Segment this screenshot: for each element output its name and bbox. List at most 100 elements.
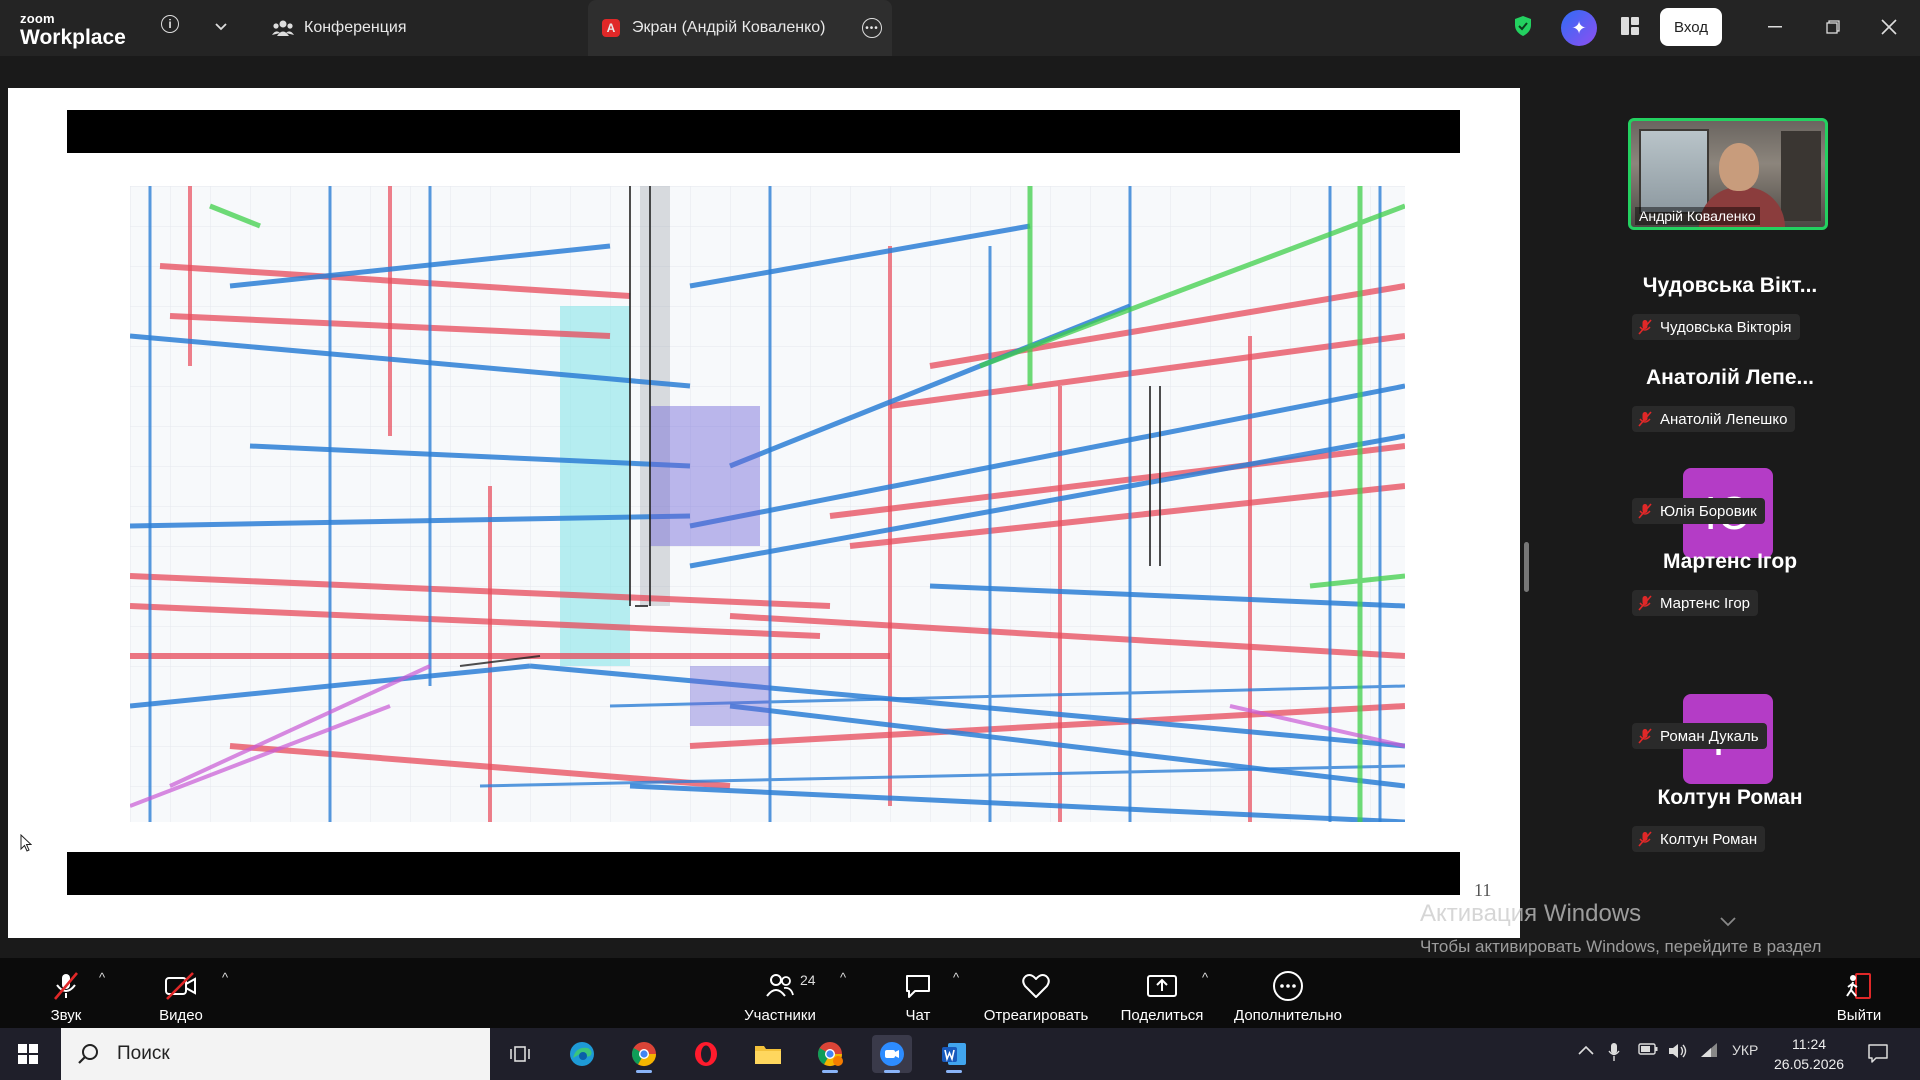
participant-tile-name[interactable]: Мартенс Ігор <box>1540 550 1920 574</box>
audio-button[interactable]: Звук <box>44 964 88 1024</box>
running-indicator <box>946 1070 962 1073</box>
close-icon[interactable] <box>1874 12 1904 42</box>
search-icon <box>77 1042 101 1066</box>
info-icon[interactable]: i <box>161 15 179 33</box>
audio-options-caret-icon[interactable]: ^ <box>99 970 105 985</box>
react-label: Отреагировать <box>983 1007 1089 1024</box>
chrome-profile-icon[interactable] <box>810 1035 850 1073</box>
clock-time: 11:24 <box>1792 1036 1827 1052</box>
camera-background-shelf <box>1781 131 1821 221</box>
search-placeholder: Поиск <box>117 1043 170 1064</box>
heart-icon <box>1021 969 1051 1003</box>
chat-bubble-icon <box>903 969 933 1003</box>
restore-icon[interactable] <box>1818 12 1848 42</box>
video-tile-name: Андрій Коваленко <box>1635 207 1760 225</box>
people-icon <box>272 19 294 37</box>
slide-top-bar <box>67 110 1460 153</box>
windows-taskbar: Поиск УКР 11:24 26.05.2026 <box>0 1028 1920 1080</box>
language-indicator[interactable]: УКР <box>1732 1042 1758 1058</box>
participant-name-tag: Мартенс Ігор <box>1632 590 1759 616</box>
microphone-tray-icon[interactable] <box>1608 1042 1620 1065</box>
panel-resize-handle[interactable] <box>1524 542 1529 592</box>
chevron-down-icon[interactable] <box>210 16 232 38</box>
running-indicator <box>822 1070 838 1073</box>
zoom-logo: zoom Workplace <box>20 12 126 48</box>
share-options-caret-icon[interactable]: ^ <box>1202 970 1208 985</box>
chat-button[interactable]: Чат <box>896 964 940 1024</box>
zoom-app-icon[interactable] <box>872 1035 912 1073</box>
share-screen-icon <box>1146 969 1178 1003</box>
task-view-icon[interactable] <box>500 1035 540 1073</box>
logo-zoom-text: zoom <box>20 11 55 26</box>
tab-shared-screen[interactable]: A Экран (Андрій Коваленко) ••• <box>588 0 892 56</box>
participant-name-tag: Колтун Роман <box>1632 826 1766 852</box>
participant-tile-name[interactable]: Чудовська Вікт... <box>1540 274 1920 298</box>
leave-button[interactable]: Выйти <box>1834 964 1884 1024</box>
tab-shared-screen-label: Экран (Андрій Коваленко) <box>632 19 826 36</box>
participant-name-tag-label: Юлія Боровик <box>1660 502 1757 520</box>
participants-options-caret-icon[interactable]: ^ <box>840 970 846 985</box>
mic-muted-icon <box>1638 319 1652 335</box>
sharer-badge: A <box>602 19 620 37</box>
windows-start-icon[interactable] <box>18 1044 38 1064</box>
clock-date: 26.05.2026 <box>1774 1056 1845 1072</box>
participant-name-tag: Юлія Боровик <box>1632 498 1765 524</box>
word-app-icon[interactable] <box>934 1035 974 1073</box>
edge-browser-icon[interactable] <box>562 1035 602 1073</box>
tray-overflow-chevron-icon[interactable] <box>1578 1042 1594 1058</box>
mic-muted-icon <box>1638 411 1652 427</box>
share-label: Поделиться <box>1120 1007 1204 1024</box>
login-button[interactable]: Вход <box>1660 8 1722 46</box>
video-off-icon <box>164 969 198 1003</box>
participant-name-tag: Анатолій Лепешко <box>1632 406 1796 432</box>
react-button[interactable]: Отреагировать <box>980 964 1092 1024</box>
video-button[interactable]: Видео <box>155 964 207 1024</box>
tab-conference[interactable]: Конференция <box>272 0 407 56</box>
camera-person-head <box>1719 143 1759 191</box>
mic-muted-icon <box>1638 728 1652 744</box>
opera-browser-icon[interactable] <box>686 1035 726 1073</box>
file-explorer-icon[interactable] <box>748 1035 788 1073</box>
audio-label: Звук <box>50 1007 82 1024</box>
ai-companion-icon[interactable]: ✦ <box>1561 10 1597 46</box>
mouse-cursor-icon <box>20 833 33 852</box>
more-button[interactable]: Дополнительно <box>1230 964 1346 1024</box>
more-options-icon[interactable]: ••• <box>862 18 882 38</box>
participant-name-tag-label: Колтун Роман <box>1660 830 1758 848</box>
mic-muted-icon <box>1638 831 1652 847</box>
bim-model-image <box>130 186 1405 822</box>
taskbar-clock[interactable]: 11:24 26.05.2026 <box>1774 1034 1844 1074</box>
participant-name-tag-label: Мартенс Ігор <box>1660 594 1751 612</box>
participants-icon <box>765 969 795 1003</box>
minimize-icon[interactable] <box>1760 12 1790 42</box>
volume-icon[interactable] <box>1668 1042 1688 1063</box>
wifi-icon[interactable] <box>1700 1042 1718 1061</box>
watermark-title: Активация Windows <box>1420 900 1642 927</box>
taskbar-search-box[interactable]: Поиск <box>61 1028 490 1080</box>
notification-center-icon[interactable] <box>1867 1043 1889 1063</box>
security-shield-icon[interactable] <box>1513 15 1533 37</box>
tab-conference-label: Конференция <box>304 19 407 36</box>
participant-name-tag: Роман Дукаль <box>1632 723 1767 749</box>
participant-tile-name[interactable]: Колтун Роман <box>1540 786 1920 810</box>
participant-tile-name[interactable]: Анатолій Лепе... <box>1540 366 1920 390</box>
chat-label: Чат <box>905 1007 931 1024</box>
shared-screen-area: 11 <box>0 56 1540 958</box>
camera-background-window <box>1639 129 1709 214</box>
video-tile-active-speaker[interactable]: Андрій Коваленко <box>1628 118 1828 230</box>
chat-options-caret-icon[interactable]: ^ <box>953 970 959 985</box>
share-button[interactable]: Поделиться <box>1118 964 1206 1024</box>
participants-count: 24 <box>800 972 816 988</box>
chrome-browser-icon[interactable] <box>624 1035 664 1073</box>
mic-muted-icon <box>1638 503 1652 519</box>
presentation-slide: 11 <box>8 88 1520 938</box>
mic-muted-icon <box>51 969 81 1003</box>
view-layout-icon[interactable] <box>1620 16 1640 36</box>
video-options-caret-icon[interactable]: ^ <box>222 970 228 985</box>
battery-icon[interactable] <box>1638 1042 1658 1059</box>
more-label: Дополнительно <box>1234 1007 1342 1024</box>
mic-muted-icon <box>1638 595 1652 611</box>
participant-name-tag-label: Чудовська Вікторія <box>1660 318 1792 336</box>
title-bar: zoom Workplace i Конференция A Экран (Ан… <box>0 0 1920 56</box>
more-dots-icon <box>1272 969 1304 1003</box>
